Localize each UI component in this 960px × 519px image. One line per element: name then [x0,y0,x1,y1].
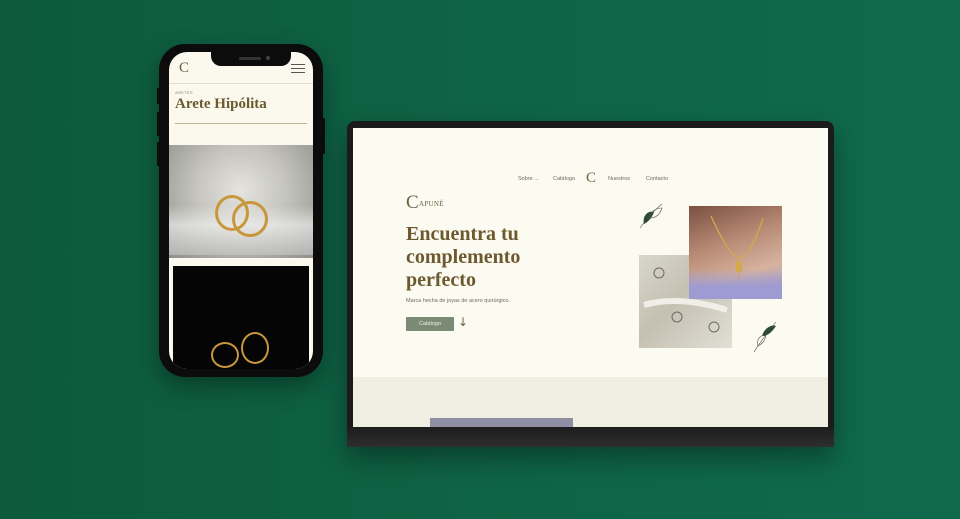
laptop-bezel [347,427,834,447]
phone-side-button [157,88,160,104]
nav-item-contacto[interactable]: Contacto [646,176,668,182]
phone-camera [266,56,270,60]
laptop-screen: Sobre ... Catálogo C Nuestros Contacto C… [353,128,828,427]
nav-item-nuestros[interactable]: Nuestros [608,176,630,182]
product-photo-glass[interactable] [169,145,313,258]
catalog-button[interactable]: Catálogo [406,317,454,331]
earring-hoop [232,201,268,237]
nav-item-sobre[interactable]: Sobre ... [518,176,539,182]
phone-notch [211,52,291,66]
nav-item-catalogo[interactable]: Catálogo [553,176,575,182]
section-image-preview [430,418,573,427]
header-divider [169,83,313,84]
brand-name: APUNÉ [419,200,444,208]
mobile-logo[interactable]: C [179,60,189,77]
earring-hoop [241,332,269,364]
title-divider [175,123,307,124]
earring-hoop [211,342,239,368]
laptop-mockup: Sobre ... Catálogo C Nuestros Contacto C… [347,121,834,447]
phone-power-button [322,118,325,154]
main-navigation: Sobre ... Catálogo C Nuestros Contacto [353,170,828,187]
nav-logo[interactable]: C [586,170,596,187]
hamburger-menu-icon[interactable] [291,64,305,76]
breadcrumb[interactable]: ARETES [175,90,193,95]
hero-heading-line: complemento [406,246,521,268]
product-title: Arete Hipólita [175,96,267,112]
hero-heading-line: perfecto [406,269,476,291]
phone-screen: C ARETES Arete Hipólita [169,52,313,369]
leaf-icon [753,321,777,353]
product-photo-dark[interactable] [173,266,309,369]
brand-mark: C [406,192,419,213]
brand-logo[interactable]: C APUNÉ [406,192,466,216]
arrow-down-icon[interactable]: ↓ [458,315,468,329]
phone-volume-up-button [157,112,160,136]
shirt-fabric [689,269,782,299]
hero-subtitle: Marca hecha de joyas de acero quirúrgico… [406,298,510,304]
hero-heading-line: Encuentra tu [406,223,519,245]
necklace-photo[interactable] [689,206,782,299]
hero-heading: Encuentra tu complemento perfecto [406,223,576,292]
leaf-icon [639,203,663,229]
phone-speaker [239,57,261,60]
next-section [353,377,828,427]
phone-mockup: C ARETES Arete Hipólita [157,44,325,377]
phone-volume-down-button [157,142,160,166]
